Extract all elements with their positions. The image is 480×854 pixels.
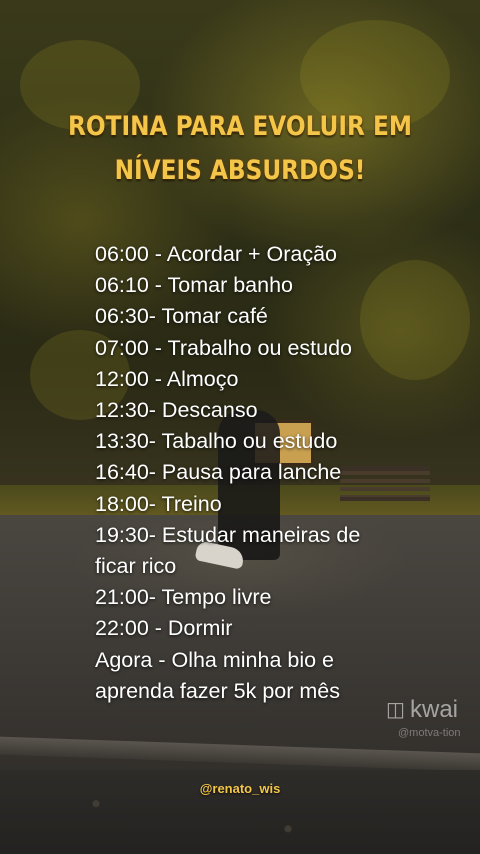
title-line-2: NÍVEIS ABSURDOS! — [114, 155, 366, 186]
title-line-1: ROTINA PARA EVOLUIR EM — [68, 111, 412, 142]
watermark-handle: @motva-tion — [398, 727, 461, 739]
routine-line: 19:30- Estudar maneiras de — [95, 522, 361, 547]
routine-line: 21:00- Tempo livre — [95, 585, 272, 610]
creator-handle: @renato_wis — [199, 781, 281, 796]
routine-line: 18:00- Treino — [95, 491, 222, 516]
routine-list: 06:00 - Acordar + Oração 06:10 - Tomar b… — [95, 239, 465, 707]
routine-line: 07:00 - Trabalho ou estudo — [95, 335, 352, 360]
routine-line: ficar rico — [95, 554, 177, 579]
kwai-logo-icon: ◫ — [386, 697, 405, 721]
routine-line: 12:30- Descanso — [95, 398, 258, 423]
routine-line: Agora - Olha minha bio e — [95, 647, 335, 672]
routine-line: 12:00 - Almoço — [95, 366, 239, 391]
routine-line: 06:00 - Acordar + Oração — [95, 242, 338, 266]
routine-line: 13:30- Tabalho ou estudo — [95, 429, 338, 454]
routine-line: 06:10 - Tomar banho — [95, 273, 294, 298]
routine-line: 22:00 - Dormir — [95, 616, 233, 641]
routine-line: 06:30- Tomar café — [95, 304, 268, 329]
watermark-brand: kwai — [410, 696, 459, 723]
routine-line: 16:40- Pausa para lanche — [95, 460, 342, 485]
